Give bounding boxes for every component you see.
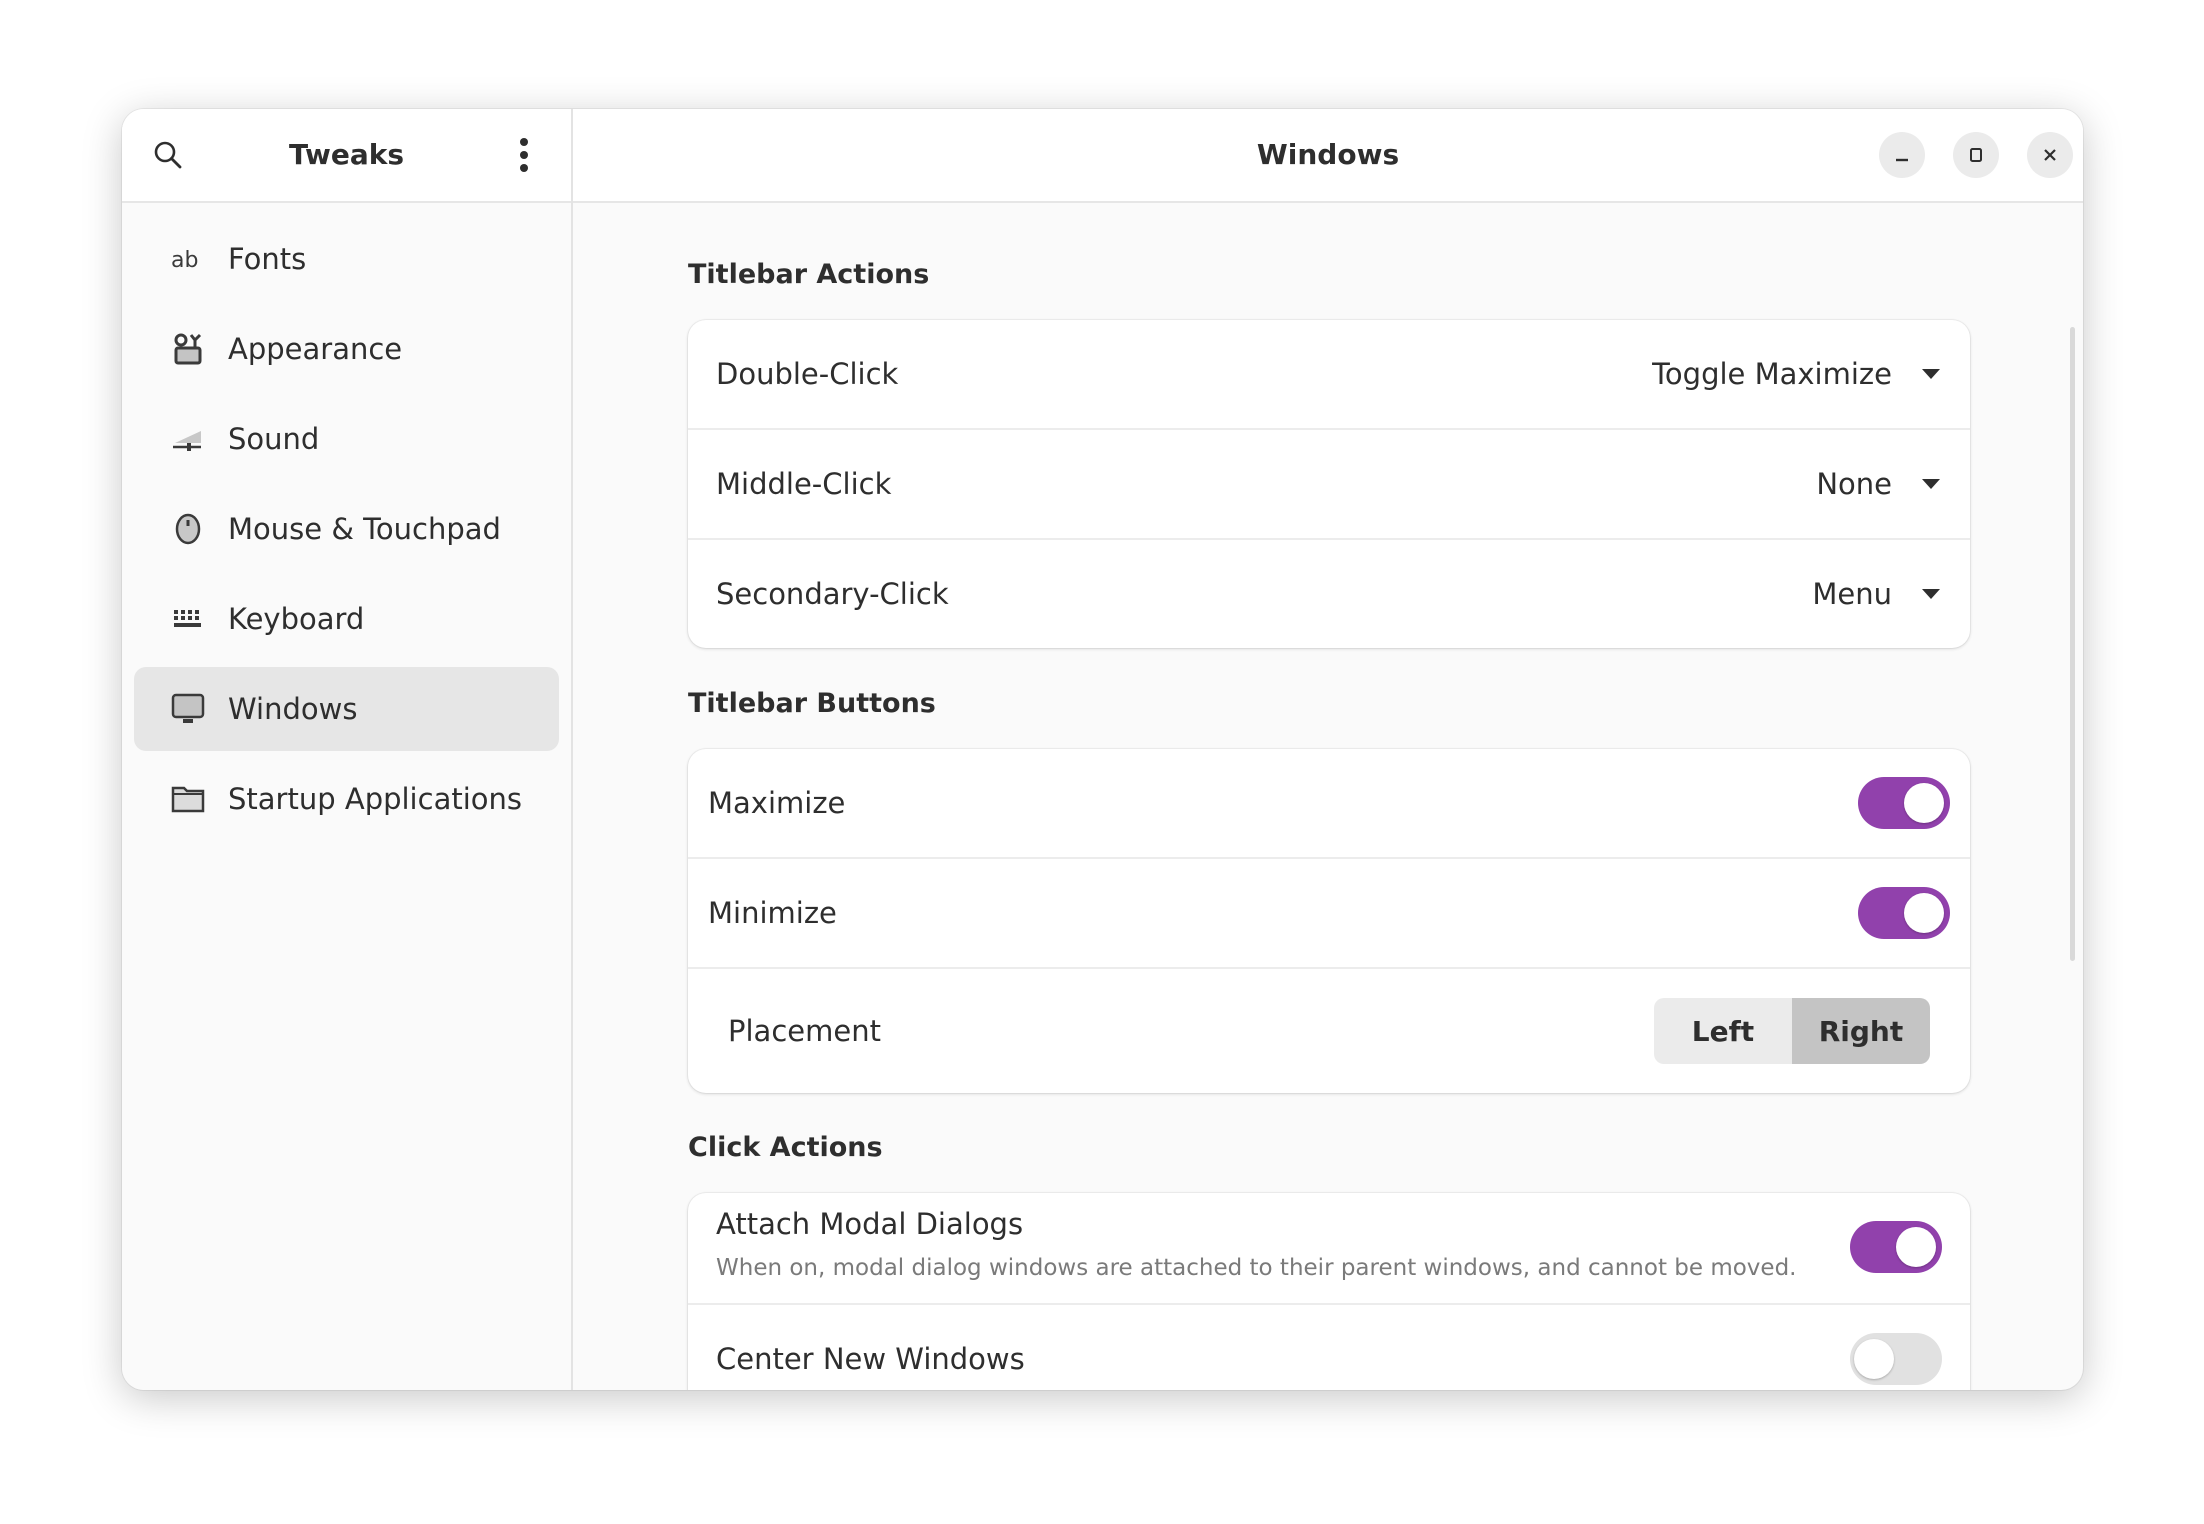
main-menu-button[interactable] [500, 131, 548, 179]
sidebar-item-mouse-touchpad[interactable]: Mouse & Touchpad [134, 487, 559, 571]
dropdown-arrow-icon [1922, 369, 1940, 379]
maximize-toggle[interactable] [1858, 777, 1950, 829]
row-label: Placement [728, 1014, 881, 1048]
double-click-dropdown[interactable]: Toggle Maximize [1652, 357, 1892, 391]
center-new-windows-toggle[interactable] [1850, 1333, 1942, 1385]
sidebar-item-label: Keyboard [228, 602, 365, 636]
sidebar-item-windows[interactable]: Windows [134, 667, 559, 751]
minimize-button[interactable] [1879, 132, 1925, 178]
sidebar: Tweaks ab Fonts Appearance Sound Mouse &… [122, 109, 573, 1390]
sidebar-item-sound[interactable]: Sound [134, 397, 559, 481]
appearance-icon [170, 331, 206, 367]
sidebar-item-appearance[interactable]: Appearance [134, 307, 559, 391]
toggle-knob [1896, 1227, 1936, 1267]
titlebar-actions-section: Titlebar Actions Double-Click Toggle Max… [688, 259, 1970, 648]
page-title: Windows [1256, 138, 1400, 171]
maximize-row: Maximize [688, 749, 1970, 859]
toggle-knob [1854, 1339, 1894, 1379]
row-label: Secondary-Click [716, 577, 949, 611]
attach-modal-dialogs-toggle[interactable] [1850, 1221, 1942, 1273]
middle-click-row[interactable]: Middle-Click None [688, 430, 1970, 540]
section-title: Click Actions [688, 1132, 883, 1163]
secondary-click-row[interactable]: Secondary-Click Menu [688, 540, 1970, 648]
row-label: Minimize [708, 896, 837, 930]
toggle-knob [1904, 783, 1944, 823]
sidebar-nav: ab Fonts Appearance Sound Mouse & Touchp… [122, 203, 571, 841]
toggle-knob [1904, 893, 1944, 933]
sidebar-item-label: Windows [228, 692, 358, 726]
folder-icon [170, 781, 206, 817]
monitor-icon [170, 691, 206, 727]
maximize-icon [1970, 148, 1982, 162]
settings-scroll-area: Titlebar Actions Double-Click Toggle Max… [573, 203, 2083, 1390]
sidebar-item-fonts[interactable]: ab Fonts [134, 217, 559, 301]
placement-right-button[interactable]: Right [1792, 998, 1930, 1064]
minimize-toggle[interactable] [1858, 887, 1950, 939]
minimize-row: Minimize [688, 859, 1970, 969]
section-title: Titlebar Actions [688, 259, 930, 290]
placement-row: Placement Left Right [688, 969, 1970, 1093]
click-actions-section: Click Actions Attach Modal Dialogs When … [688, 1132, 1970, 1390]
vertical-scrollbar[interactable] [2070, 327, 2075, 961]
placement-left-button[interactable]: Left [1654, 998, 1792, 1064]
kebab-menu-icon [520, 138, 528, 172]
tweaks-window: Tweaks ab Fonts Appearance Sound Mouse &… [122, 109, 2083, 1390]
row-label: Double-Click [716, 357, 899, 391]
row-label: Attach Modal Dialogs [716, 1207, 1024, 1241]
titlebar-buttons-section: Titlebar Buttons Maximize Minimize Place… [688, 688, 1970, 1093]
middle-click-dropdown[interactable]: None [1816, 467, 1892, 501]
center-new-windows-row: Center New Windows [688, 1305, 1970, 1390]
close-icon [2044, 149, 2056, 161]
attach-modal-dialogs-row: Attach Modal Dialogs When on, modal dial… [688, 1193, 1970, 1305]
maximize-button[interactable] [1953, 132, 1999, 178]
content-pane: Windows Titlebar Actions Double-Click To… [573, 109, 2083, 1390]
click-actions-card: Attach Modal Dialogs When on, modal dial… [688, 1193, 1970, 1390]
minimize-icon [1896, 158, 1908, 162]
placement-toggle-group: Left Right [1654, 998, 1930, 1064]
row-label: Middle-Click [716, 467, 892, 501]
titlebar-actions-card: Double-Click Toggle Maximize Middle-Clic… [688, 320, 1970, 648]
double-click-row[interactable]: Double-Click Toggle Maximize [688, 320, 1970, 430]
close-button[interactable] [2027, 132, 2073, 178]
dropdown-arrow-icon [1922, 589, 1940, 599]
mouse-icon [170, 511, 206, 547]
fonts-icon: ab [170, 241, 206, 277]
section-title: Titlebar Buttons [688, 688, 936, 719]
row-label: Maximize [708, 786, 846, 820]
sidebar-header: Tweaks [122, 109, 571, 203]
keyboard-icon [170, 601, 206, 637]
sound-icon [170, 421, 206, 457]
sidebar-item-label: Appearance [228, 332, 403, 366]
sidebar-item-label: Mouse & Touchpad [228, 512, 501, 546]
svg-text:ab: ab [171, 248, 198, 271]
sidebar-item-label: Sound [228, 422, 320, 456]
sidebar-item-label: Startup Applications [228, 782, 522, 816]
row-subtitle: When on, modal dialog windows are attach… [716, 1255, 1797, 1281]
titlebar-buttons-card: Maximize Minimize Placement Left Right [688, 749, 1970, 1093]
row-label: Center New Windows [716, 1342, 1025, 1376]
sidebar-item-label: Fonts [228, 242, 307, 276]
header-bar: Windows [573, 109, 2083, 203]
sidebar-item-startup-applications[interactable]: Startup Applications [134, 757, 559, 841]
sidebar-item-keyboard[interactable]: Keyboard [134, 577, 559, 661]
secondary-click-dropdown[interactable]: Menu [1812, 577, 1892, 611]
dropdown-arrow-icon [1922, 479, 1940, 489]
